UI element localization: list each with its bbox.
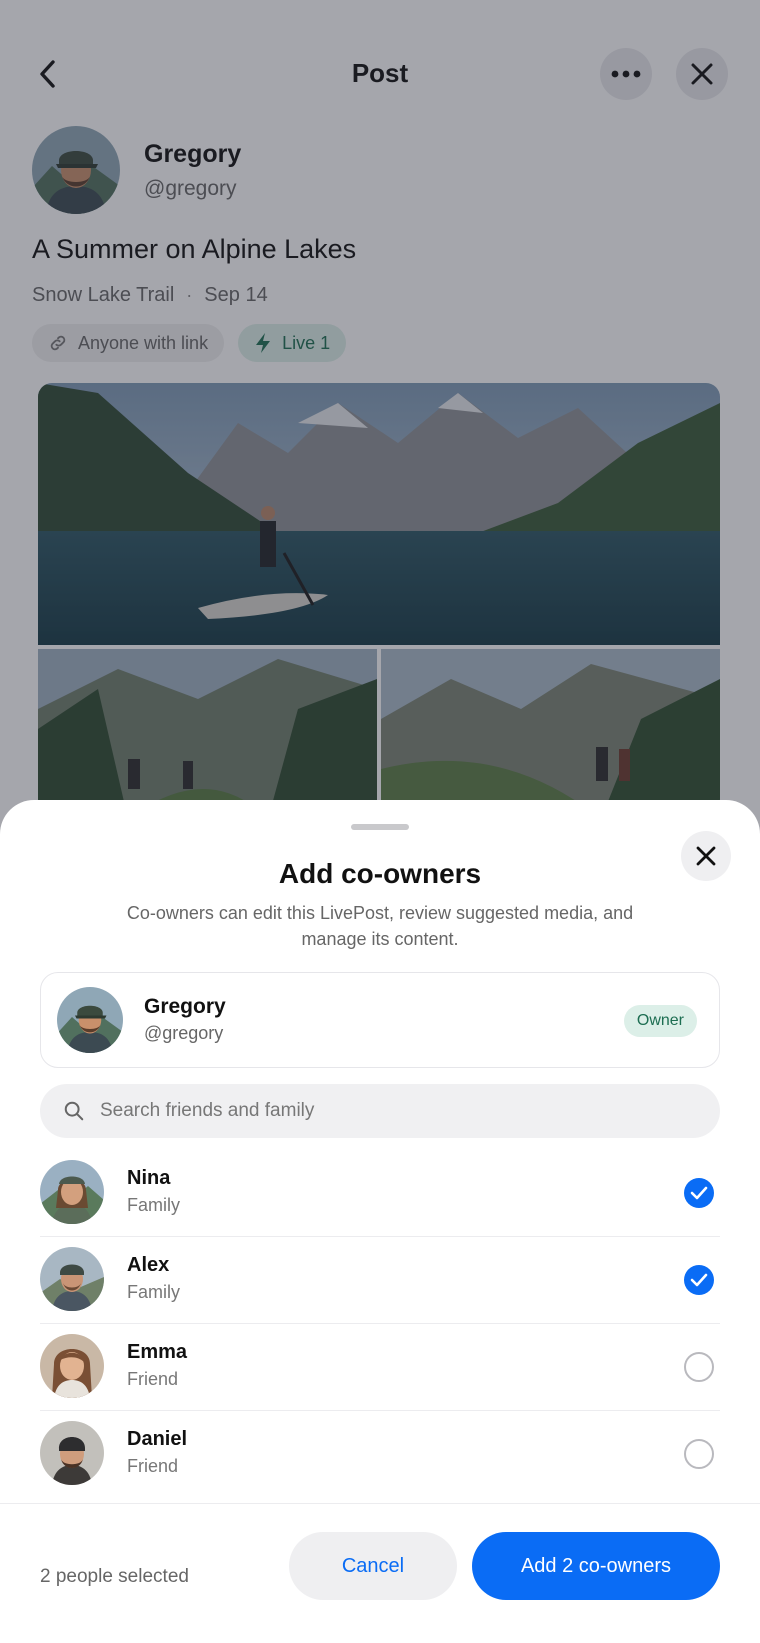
owner-handle: @gregory: [144, 1023, 224, 1043]
list-item[interactable]: Emma Friend: [40, 1324, 720, 1411]
avatar: [40, 1247, 104, 1311]
select-checkbox[interactable]: [684, 1265, 714, 1295]
person-relation: Friend: [127, 1456, 179, 1476]
person-name: Daniel: [127, 1428, 188, 1450]
owner-badge: Owner: [623, 1005, 697, 1037]
checkmark-icon: [690, 1273, 708, 1287]
person-relation: Family: [127, 1282, 180, 1302]
person-name: Alex: [127, 1254, 170, 1276]
owner-name: Gregory: [144, 995, 226, 1018]
search-input[interactable]: [100, 1100, 660, 1122]
search-icon: [62, 1099, 86, 1123]
avatar: [40, 1421, 104, 1485]
sheet-description: Co-owners can edit this LivePost, review…: [126, 903, 634, 949]
list-item[interactable]: Nina Family: [40, 1150, 720, 1237]
sheet-grabber[interactable]: [351, 824, 409, 830]
person-name: Emma: [127, 1341, 188, 1363]
avatar: [57, 987, 123, 1053]
sheet-title: Add co-owners: [278, 858, 482, 889]
checkmark-icon: [690, 1186, 708, 1200]
select-checkbox[interactable]: [684, 1178, 714, 1208]
avatar: [40, 1334, 104, 1398]
owner-card: Gregory @gregory Owner: [40, 972, 720, 1068]
avatar: [40, 1160, 104, 1224]
person-relation: Friend: [127, 1369, 179, 1389]
sheet-footer: 2 people selected Cancel Add 2 co-owners: [0, 1503, 760, 1643]
person-name: Nina: [127, 1167, 171, 1189]
person-relation: Family: [127, 1195, 180, 1215]
add-coowners-button[interactable]: Add 2 co-owners: [472, 1532, 720, 1600]
list-item[interactable]: Alex Family: [40, 1237, 720, 1324]
search-bar[interactable]: [40, 1084, 720, 1138]
add-coowners-sheet: Add co-owners Co-owners can edit this Li…: [0, 800, 760, 1643]
select-checkbox[interactable]: [684, 1439, 714, 1469]
selected-count: 2 people selected: [40, 1566, 189, 1587]
people-list: Nina Family Alex Family Emma Friend Dani…: [40, 1150, 720, 1498]
select-checkbox[interactable]: [684, 1352, 714, 1382]
list-item[interactable]: Daniel Friend: [40, 1411, 720, 1498]
cancel-button[interactable]: Cancel: [289, 1532, 457, 1600]
